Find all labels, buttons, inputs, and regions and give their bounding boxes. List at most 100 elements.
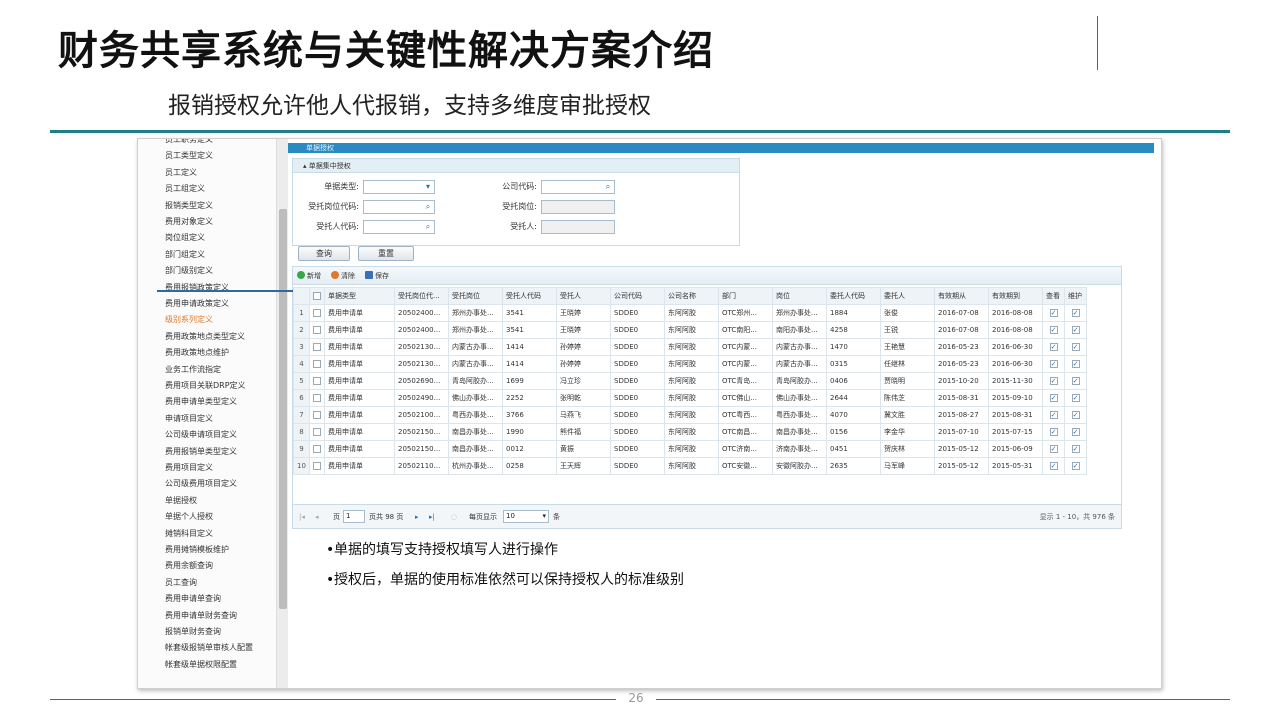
view-checkbox[interactable]: ✓ [1042, 423, 1065, 441]
view-checkbox[interactable]: ✓ [1042, 406, 1065, 424]
company-code-input[interactable]: ⌕ [541, 180, 615, 194]
search-icon[interactable]: ⌕ [423, 202, 433, 212]
column-header[interactable]: 委托人代码 [826, 287, 881, 305]
sidebar-item[interactable]: 帐套级单据权限配置 [165, 660, 237, 670]
sidebar-item[interactable]: 费用申请单查询 [165, 594, 221, 604]
doc-type-select[interactable]: ▾ [363, 180, 435, 194]
table-row[interactable]: 8 费用申请单 20502150... 南昌办事处... 1990 熊件福 SDDE0 东阿阿… [293, 423, 1087, 441]
reset-button[interactable]: 重置 [358, 246, 414, 261]
view-checkbox[interactable]: ✓ [1042, 457, 1065, 475]
tab-document-authorization[interactable]: 单据授权 [306, 143, 366, 153]
table-row[interactable]: 7 费用申请单 20502100... 粤西办事处... 3766 马燕飞 SDDE0 东阿阿… [293, 406, 1087, 424]
refresh-icon[interactable]: ◌ [451, 511, 457, 523]
sidebar-item[interactable]: 部门级别定义 [165, 266, 213, 276]
query-panel-header[interactable]: ▴ 单据集中授权 [293, 159, 739, 173]
sidebar-item[interactable]: 单据个人授权 [165, 512, 213, 522]
chevron-down-icon[interactable]: ▾ [542, 511, 546, 522]
table-row[interactable]: 3 费用申请单 20502130... 内蒙古办事... 1414 孙婷婷 SDDE0 东阿阿… [293, 338, 1087, 356]
save-button[interactable]: 保存 [365, 270, 389, 282]
delete-button[interactable]: 清除 [331, 270, 355, 282]
sidebar-item[interactable]: 员工职务定义 [165, 139, 213, 145]
row-select-checkbox[interactable] [309, 372, 325, 390]
row-select-checkbox[interactable] [309, 389, 325, 407]
maintain-checkbox[interactable]: ✓ [1064, 389, 1087, 407]
sidebar-item[interactable]: 费用申请单财务查询 [165, 611, 237, 621]
column-header[interactable]: 受托人代码 [502, 287, 557, 305]
maintain-checkbox[interactable]: ✓ [1064, 406, 1087, 424]
table-row[interactable]: 6 费用申请单 20502490... 佛山办事处... 2252 张明乾 SDDE0 东阿阿… [293, 389, 1087, 407]
sidebar-item[interactable]: 报销单财务查询 [165, 627, 221, 637]
row-select-checkbox[interactable] [309, 304, 325, 322]
column-header[interactable]: 岗位 [772, 287, 827, 305]
sidebar-item[interactable]: 单据授权 [165, 496, 197, 506]
column-header[interactable]: 受托人 [556, 287, 611, 305]
column-header[interactable]: 公司名称 [664, 287, 719, 305]
sidebar-item[interactable]: 费用政策地点类型定义 [165, 332, 245, 342]
sidebar-item[interactable]: 部门组定义 [165, 250, 205, 260]
select-all-checkbox[interactable] [309, 287, 325, 305]
sidebar-item[interactable]: 公司级费用项目定义 [165, 479, 237, 489]
column-header[interactable]: 受托岗位代... [394, 287, 449, 305]
maintain-checkbox[interactable]: ✓ [1064, 423, 1087, 441]
table-row[interactable]: 5 费用申请单 20502690... 青岛阿胶办... 1699 冯立珍 SDDE0 东阿阿… [293, 372, 1087, 390]
view-checkbox[interactable]: ✓ [1042, 355, 1065, 373]
sidebar-item[interactable]: 帐套级报销单审核人配置 [165, 643, 253, 653]
sidebar-item[interactable]: 业务工作流指定 [165, 365, 221, 375]
row-select-checkbox[interactable] [309, 423, 325, 441]
row-select-checkbox[interactable] [309, 355, 325, 373]
row-select-checkbox[interactable] [309, 457, 325, 475]
maintain-checkbox[interactable]: ✓ [1064, 304, 1087, 322]
column-header[interactable]: 查看 [1042, 287, 1065, 305]
maintain-checkbox[interactable]: ✓ [1064, 321, 1087, 339]
column-header[interactable]: 公司代码 [610, 287, 665, 305]
sidebar-item[interactable]: 费用对象定义 [165, 217, 213, 227]
row-select-checkbox[interactable] [309, 338, 325, 356]
row-select-checkbox[interactable] [309, 321, 325, 339]
column-header[interactable]: 有效期到 [988, 287, 1043, 305]
column-header[interactable]: 有效期从 [934, 287, 989, 305]
query-button[interactable]: 查询 [298, 246, 350, 261]
view-checkbox[interactable]: ✓ [1042, 321, 1065, 339]
next-page-icon[interactable]: ▸ [415, 511, 419, 523]
page-number-input[interactable]: 1 [343, 510, 365, 523]
table-row[interactable]: 9 费用申请单 20502150... 南昌办事处... 0012 黄振 SDDE0 东阿阿胶… [293, 440, 1087, 458]
maintain-checkbox[interactable]: ✓ [1064, 355, 1087, 373]
search-icon[interactable]: ⌕ [423, 222, 433, 232]
person-code-input[interactable]: ⌕ [363, 220, 435, 234]
post-code-input[interactable]: ⌕ [363, 200, 435, 214]
maintain-checkbox[interactable]: ✓ [1064, 440, 1087, 458]
sidebar-item[interactable]: 级别系列定义 [165, 315, 213, 325]
sidebar-item[interactable]: 费用申请单类型定义 [165, 397, 237, 407]
sidebar-item[interactable]: 费用余额查询 [165, 561, 213, 571]
column-header[interactable]: 部门 [718, 287, 773, 305]
first-page-icon[interactable]: |◂ [299, 511, 305, 523]
table-row[interactable]: 1 费用申请单 20502400... 郑州办事处... 3541 王晓婷 SDDE0 东阿阿… [293, 304, 1087, 322]
sidebar-item[interactable]: 费用报销单类型定义 [165, 447, 237, 457]
sidebar-item[interactable]: 员工查询 [165, 578, 197, 588]
sidebar-item[interactable]: 员工类型定义 [165, 151, 213, 161]
sidebar-item[interactable]: 员工定义 [165, 168, 197, 178]
search-icon[interactable]: ⌕ [603, 182, 613, 192]
sidebar-item[interactable]: 费用政策地点维护 [165, 348, 229, 358]
sidebar-item[interactable]: 摊销科目定义 [165, 529, 213, 539]
sidebar-item[interactable]: 费用摊销模板维护 [165, 545, 229, 555]
per-page-select[interactable]: 10 ▾ [503, 510, 549, 523]
prev-page-icon[interactable]: ◂ [315, 511, 319, 523]
column-header[interactable]: 单据类型 [324, 287, 395, 305]
table-row[interactable]: 4 费用申请单 20502130... 内蒙古办事... 1414 孙婷婷 SDDE0 东阿阿… [293, 355, 1087, 373]
maintain-checkbox[interactable]: ✓ [1064, 457, 1087, 475]
row-select-checkbox[interactable] [309, 440, 325, 458]
view-checkbox[interactable]: ✓ [1042, 338, 1065, 356]
maintain-checkbox[interactable]: ✓ [1064, 372, 1087, 390]
column-header[interactable]: 受托岗位 [448, 287, 503, 305]
view-checkbox[interactable]: ✓ [1042, 440, 1065, 458]
sidebar-item[interactable]: 申请项目定义 [165, 414, 213, 424]
maintain-checkbox[interactable]: ✓ [1064, 338, 1087, 356]
chevron-down-icon[interactable]: ▾ [423, 182, 433, 192]
table-row[interactable]: 2 费用申请单 20502400... 郑州办事处... 3541 王晓婷 SDDE0 东阿阿… [293, 321, 1087, 339]
sidebar-item[interactable]: 费用申请政策定义 [165, 299, 229, 309]
view-checkbox[interactable]: ✓ [1042, 372, 1065, 390]
view-checkbox[interactable]: ✓ [1042, 389, 1065, 407]
sidebar-item[interactable]: 公司级申请项目定义 [165, 430, 237, 440]
scrollbar-thumb[interactable] [279, 209, 287, 609]
